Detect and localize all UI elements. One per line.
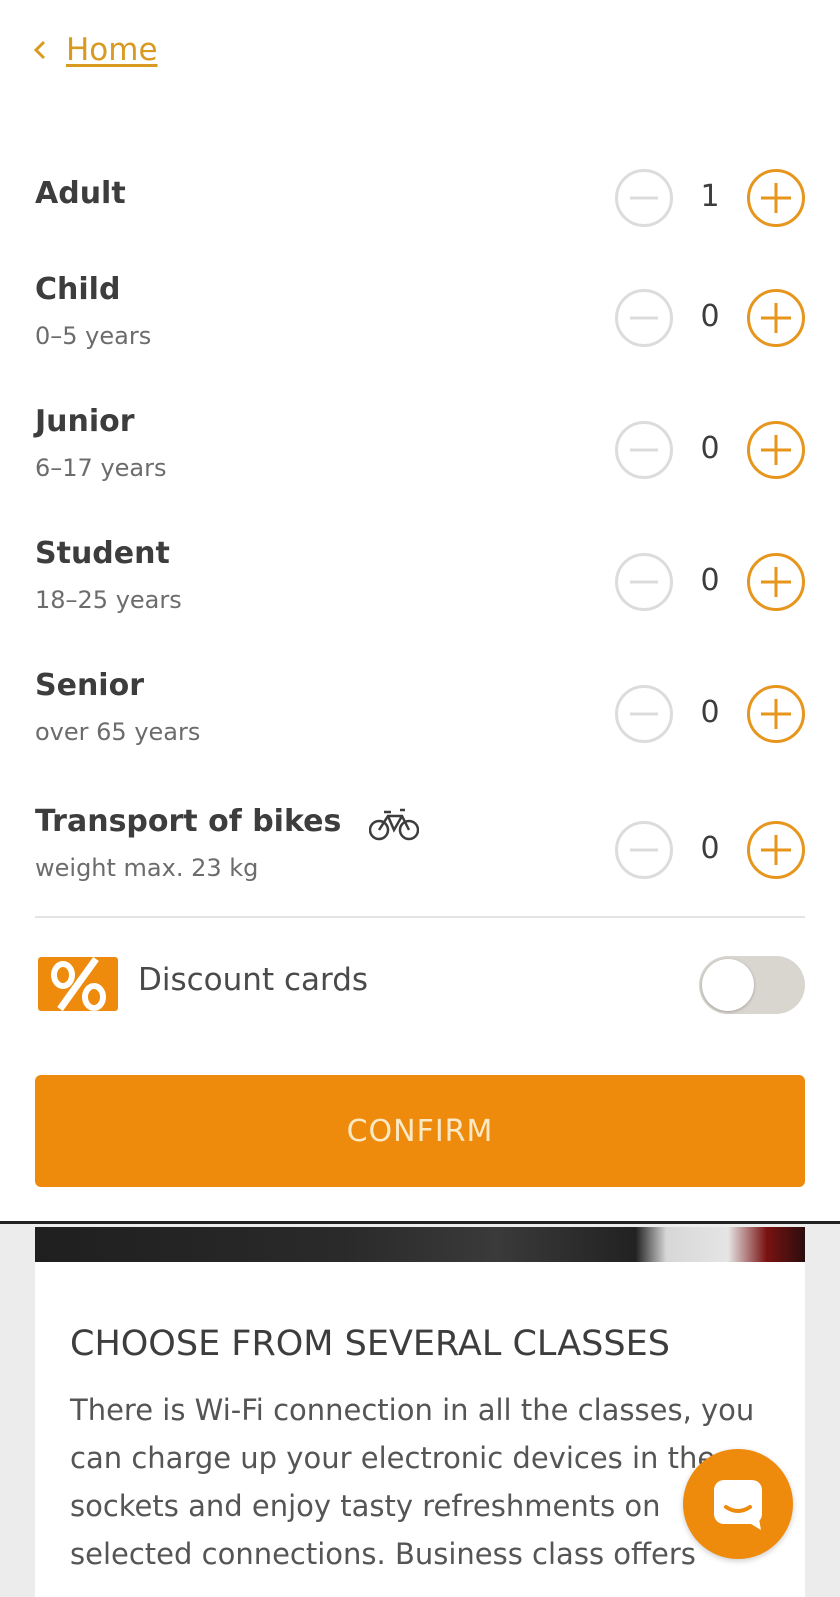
back-link-label: Home <box>66 32 158 68</box>
increment-button[interactable] <box>747 421 805 479</box>
back-link-home[interactable]: Home <box>32 30 158 70</box>
passenger-title: Adult <box>35 176 126 211</box>
plus-icon <box>761 835 791 865</box>
minus-icon <box>630 316 658 320</box>
decrement-button[interactable] <box>615 169 673 227</box>
plus-icon <box>761 183 791 213</box>
quantity-stepper: 0 <box>615 553 805 613</box>
quantity-value: 0 <box>700 431 720 466</box>
passenger-subtitle: 0–5 years <box>35 322 152 350</box>
chevron-left-icon <box>33 40 46 60</box>
decrement-button[interactable] <box>615 421 673 479</box>
decrement-button[interactable] <box>615 821 673 879</box>
passenger-title: Child <box>35 272 121 307</box>
plus-icon <box>761 567 791 597</box>
increment-button[interactable] <box>747 169 805 227</box>
passenger-row-junior: Junior 6–17 years 0 <box>35 402 805 492</box>
minus-icon <box>630 448 658 452</box>
quantity-stepper: 0 <box>615 821 805 881</box>
passenger-title: Transport of bikes <box>35 804 342 839</box>
passenger-subtitle: 6–17 years <box>35 454 167 482</box>
discount-cards-row: Discount cards <box>35 953 805 1014</box>
decrement-button[interactable] <box>615 289 673 347</box>
plus-icon <box>761 699 791 729</box>
quantity-stepper: 1 <box>615 169 805 229</box>
discount-cards-toggle[interactable] <box>699 956 805 1014</box>
passenger-subtitle: over 65 years <box>35 718 201 746</box>
quantity-value: 0 <box>700 299 720 334</box>
plus-icon <box>761 303 791 333</box>
minus-icon <box>630 712 658 716</box>
passenger-panel: Home Adult 1 Child 0–5 years 0 Junior 6–… <box>0 0 840 1222</box>
bicycle-icon <box>369 808 419 841</box>
passenger-subtitle: weight max. 23 kg <box>35 854 259 882</box>
chat-icon <box>714 1480 762 1530</box>
quantity-stepper: 0 <box>615 289 805 349</box>
passenger-row-adult: Adult 1 <box>35 166 805 256</box>
passenger-subtitle: 18–25 years <box>35 586 182 614</box>
percent-icon <box>38 957 118 1011</box>
promo-card: CHOOSE FROM SEVERAL CLASSES There is Wi-… <box>35 1262 805 1597</box>
decrement-button[interactable] <box>615 553 673 611</box>
quantity-stepper: 0 <box>615 421 805 481</box>
increment-button[interactable] <box>747 289 805 347</box>
minus-icon <box>630 848 658 852</box>
divider <box>35 916 805 918</box>
promo-body: There is Wi-Fi connection in all the cla… <box>70 1393 755 1571</box>
increment-button[interactable] <box>747 553 805 611</box>
increment-button[interactable] <box>747 685 805 743</box>
passenger-row-child: Child 0–5 years 0 <box>35 270 805 360</box>
passenger-title: Student <box>35 536 170 571</box>
passenger-title: Junior <box>35 404 135 439</box>
increment-button[interactable] <box>747 821 805 879</box>
minus-icon <box>630 580 658 584</box>
toggle-knob <box>702 959 754 1011</box>
passenger-title: Senior <box>35 668 144 703</box>
chat-button[interactable] <box>683 1449 793 1559</box>
passenger-row-bikes: Transport of bikes weight max. 23 kg 0 <box>35 802 805 892</box>
passenger-row-senior: Senior over 65 years 0 <box>35 666 805 756</box>
promo-heading: CHOOSE FROM SEVERAL CLASSES <box>70 1324 670 1364</box>
quantity-value: 0 <box>700 563 720 598</box>
quantity-value: 0 <box>700 831 720 866</box>
hero-image <box>35 1227 805 1262</box>
decrement-button[interactable] <box>615 685 673 743</box>
quantity-stepper: 0 <box>615 685 805 745</box>
passenger-row-student: Student 18–25 years 0 <box>35 534 805 624</box>
quantity-value: 1 <box>700 179 720 214</box>
quantity-value: 0 <box>700 695 720 730</box>
confirm-button[interactable]: CONFIRM <box>35 1075 805 1187</box>
discount-cards-label: Discount cards <box>138 962 369 998</box>
minus-icon <box>630 196 658 200</box>
plus-icon <box>761 435 791 465</box>
